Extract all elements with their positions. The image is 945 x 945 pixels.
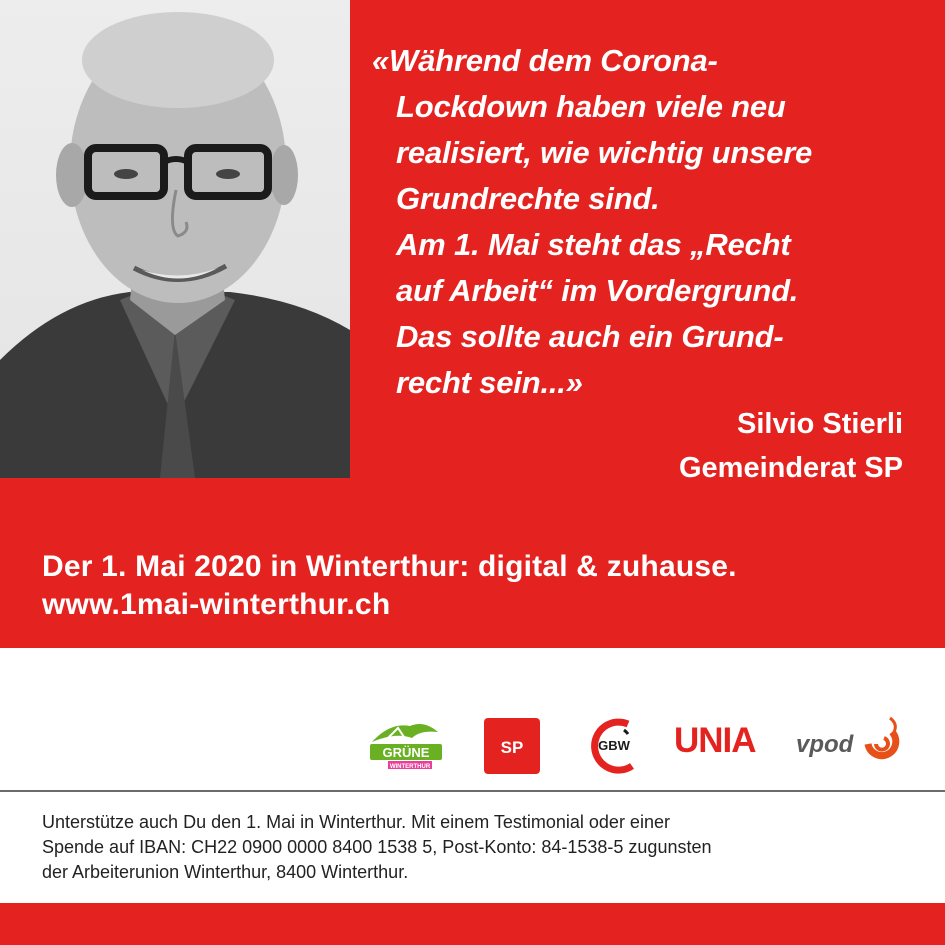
section-divider <box>0 790 945 792</box>
unia-logo-text: UNIA <box>674 721 756 758</box>
gbw-logo: GBW <box>584 716 642 774</box>
quote-line: recht sein...» <box>396 365 583 400</box>
event-headline: Der 1. Mai 2020 in Winterthur: digital &… <box>42 550 737 583</box>
testimonial-quote: «Während dem Corona- Lockdown haben viel… <box>372 38 932 406</box>
quote-line: auf Arbeit“ im Vordergrund. <box>396 273 799 308</box>
quote-author: Silvio Stierli Gemeinderat SP <box>679 402 903 490</box>
gruene-logo-text: GRÜNE <box>383 745 430 760</box>
vpod-logo: vpod <box>794 714 904 764</box>
portrait-photo <box>0 0 350 478</box>
author-name: Silvio Stierli <box>737 408 903 440</box>
donation-line: Unterstütze auch Du den 1. Mai in Winter… <box>42 812 670 832</box>
sp-logo: SP <box>484 718 540 774</box>
donation-line: Spende auf IBAN: CH22 0900 0000 8400 153… <box>42 837 712 857</box>
gruene-logo-subtext: WINTERTHUR <box>390 764 431 770</box>
gruene-logo: GRÜNE WINTERTHUR <box>366 718 446 772</box>
quote-line: Das sollte auch ein Grund- <box>396 319 784 354</box>
vpod-logo-text: vpod <box>796 731 855 758</box>
quote-line: «Während dem Corona- <box>372 43 718 78</box>
quote-line: Lockdown haben viele neu <box>396 89 786 124</box>
portrait-illustration <box>0 12 350 478</box>
quote-line: realisiert, wie wichtig unsere <box>396 135 813 170</box>
gbw-logo-text: GBW <box>598 738 631 753</box>
donation-info: Unterstütze auch Du den 1. Mai in Winter… <box>42 810 922 885</box>
quote-line: Grundrechte sind. <box>396 181 660 216</box>
unia-logo: UNIA <box>672 712 776 760</box>
sp-logo-text: SP <box>501 738 524 757</box>
donation-line: der Arbeiterunion Winterthur, 8400 Winte… <box>42 862 409 882</box>
bottom-red-banner <box>0 903 945 945</box>
event-url[interactable]: www.1mai-winterthur.ch <box>42 586 737 624</box>
quote-line: Am 1. Mai steht das „Recht <box>396 227 791 262</box>
author-role: Gemeinderat SP <box>678 452 903 484</box>
partner-logos: GRÜNE WINTERTHUR SP GBW UNIA vpod <box>0 648 945 790</box>
event-info: Der 1. Mai 2020 in Winterthur: digital &… <box>42 548 737 624</box>
